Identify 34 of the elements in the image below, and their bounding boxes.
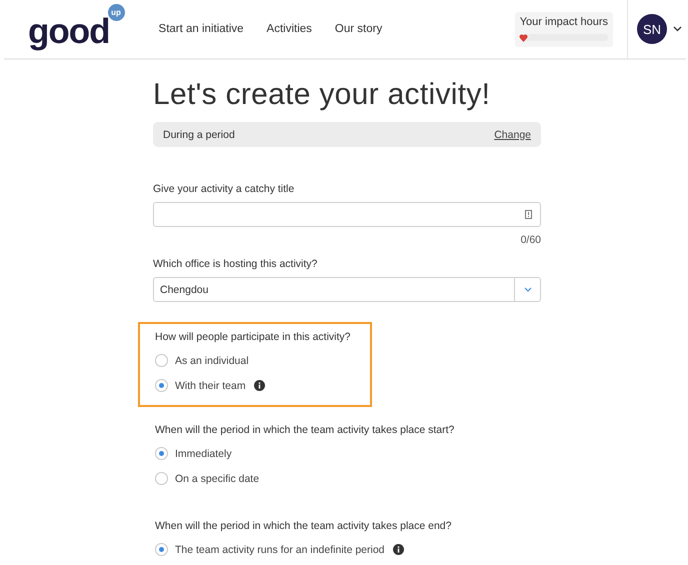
radio-button[interactable] [155, 379, 168, 392]
user-avatar[interactable]: SN [637, 14, 667, 44]
nav-link[interactable]: Start an initiative [158, 23, 244, 35]
option-label[interactable]: As an individual [175, 354, 249, 366]
logo-badge: up [108, 4, 125, 20]
option-label[interactable]: With their team [175, 380, 246, 392]
title-input[interactable] [153, 202, 541, 227]
chevron-down-icon [524, 287, 532, 292]
radio-button[interactable] [155, 472, 168, 485]
info-icon[interactable] [392, 544, 404, 555]
info-icon[interactable] [254, 380, 265, 391]
character-counter: 0/60 [520, 234, 541, 246]
heart-icon [518, 34, 528, 42]
radio-button[interactable] [155, 354, 168, 367]
field-label: Which office is hosting this activity? [153, 258, 318, 270]
period-value: During a period [163, 128, 235, 140]
question-label: When will the period in which the team activity takes place end? [155, 520, 452, 533]
radio-button[interactable] [155, 447, 168, 460]
option-label[interactable]: On a specific date [175, 472, 260, 484]
radio-button[interactable] [155, 543, 168, 556]
field-icon [525, 210, 532, 219]
office-select[interactable]: Chengdou [153, 277, 541, 302]
logo-text[interactable]: good [28, 14, 110, 48]
chevron-down-icon[interactable] [673, 26, 682, 32]
option-label[interactable]: The team activity runs for an indefinite period [175, 544, 385, 556]
page-title: Let's create your activity! [153, 78, 492, 112]
option-label[interactable]: Immediately [175, 448, 232, 460]
nav-link[interactable]: Our story [334, 23, 382, 35]
impact-label: Your impact hours [520, 16, 608, 28]
question-label: When will the period in which the team activity takes place start? [155, 424, 454, 437]
nav-link[interactable]: Activities [266, 23, 312, 35]
field-label: Give your activity a catchy title [153, 183, 296, 195]
question-label: How will people participate in this activity? [155, 331, 352, 344]
change-link[interactable]: Change [494, 128, 531, 140]
